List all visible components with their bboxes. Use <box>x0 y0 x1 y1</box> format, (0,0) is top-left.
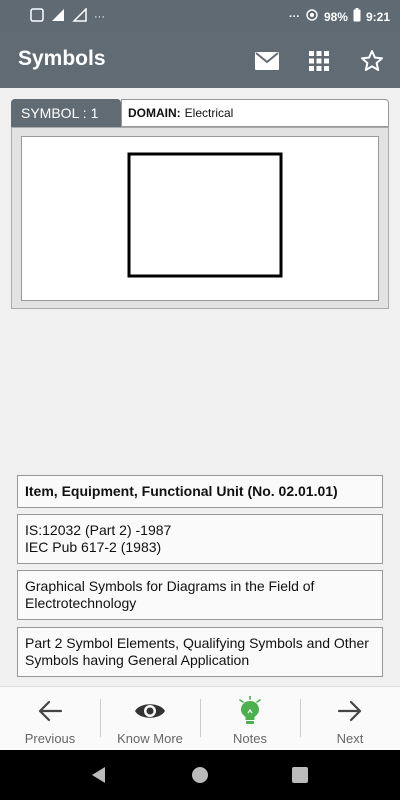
more-notifications-icon: ··· <box>94 10 105 23</box>
symbol-canvas <box>21 136 379 301</box>
no-signal-icon <box>72 7 88 25</box>
more-icon: ··· <box>288 10 300 23</box>
arrow-right-icon <box>337 700 362 722</box>
description-2: Part 2 Symbol Elements, Qualifying Symbo… <box>17 627 383 677</box>
status-left: ··· <box>30 7 105 25</box>
hotspot-icon <box>305 8 319 25</box>
back-triangle-icon <box>92 767 105 783</box>
bottom-nav: Previous Know More Notes Next <box>0 686 400 750</box>
eye-icon <box>135 704 165 718</box>
description-1: Graphical Symbols for Diagrams in the Fi… <box>17 570 383 620</box>
recents-square-icon <box>292 767 308 783</box>
notes-button[interactable]: Notes <box>200 687 300 750</box>
favorite-button[interactable] <box>359 48 385 74</box>
next-label: Next <box>336 731 364 746</box>
know-more-label: Know More <box>117 731 183 746</box>
standard-reference: IS:12032 (Part 2) -1987 IEC Pub 617-2 (1… <box>17 514 383 564</box>
standard-line-2: IEC Pub 617-2 (1983) <box>25 539 162 555</box>
know-more-button[interactable]: Know More <box>100 687 200 750</box>
arrow-left-icon <box>38 700 63 722</box>
tab-domain[interactable]: DOMAIN: Electrical <box>121 99 389 127</box>
4g-signal-icon <box>50 8 66 25</box>
symbol-rectangle <box>127 152 283 278</box>
clock: 9:21 <box>365 9 390 24</box>
tab-symbol[interactable]: SYMBOL : 1 <box>11 99 121 127</box>
system-home-button[interactable] <box>191 766 209 789</box>
star-icon <box>361 50 383 71</box>
symbol-number: 1 <box>90 105 99 121</box>
grid-button[interactable] <box>306 48 332 74</box>
symbol-tabs: SYMBOL : 1 DOMAIN: Electrical <box>11 99 389 127</box>
status-bar: ··· ··· 98% 9:21 <box>0 0 400 32</box>
page-title: Symbols <box>18 47 106 70</box>
status-right: ··· 98% 9:21 <box>289 8 390 25</box>
system-back-button[interactable] <box>90 766 108 789</box>
symbol-drawing <box>127 152 283 278</box>
next-button[interactable]: Next <box>300 687 400 750</box>
volte-icon <box>30 8 44 25</box>
notes-label: Notes <box>233 731 267 746</box>
symbol-title: Item, Equipment, Functional Unit (No. 02… <box>17 475 383 508</box>
system-nav-bar <box>0 750 400 800</box>
domain-label: DOMAIN: <box>128 106 181 120</box>
home-circle-icon <box>192 767 208 783</box>
standard-line-1: IS:12032 (Part 2) -1987 <box>25 522 172 538</box>
grid-icon <box>309 51 329 71</box>
mail-button[interactable] <box>254 48 280 74</box>
mail-icon <box>255 52 279 70</box>
domain-value: Electrical <box>184 106 234 120</box>
battery-icon <box>353 8 361 25</box>
app-bar: Symbols <box>0 32 400 88</box>
lightbulb-icon <box>239 696 261 724</box>
previous-label: Previous <box>24 731 76 746</box>
system-recents-button[interactable] <box>291 766 309 789</box>
symbol-label: SYMBOL : <box>21 105 87 121</box>
battery-percent: 98% <box>323 9 348 24</box>
symbol-frame <box>11 127 389 309</box>
previous-button[interactable]: Previous <box>0 687 100 750</box>
